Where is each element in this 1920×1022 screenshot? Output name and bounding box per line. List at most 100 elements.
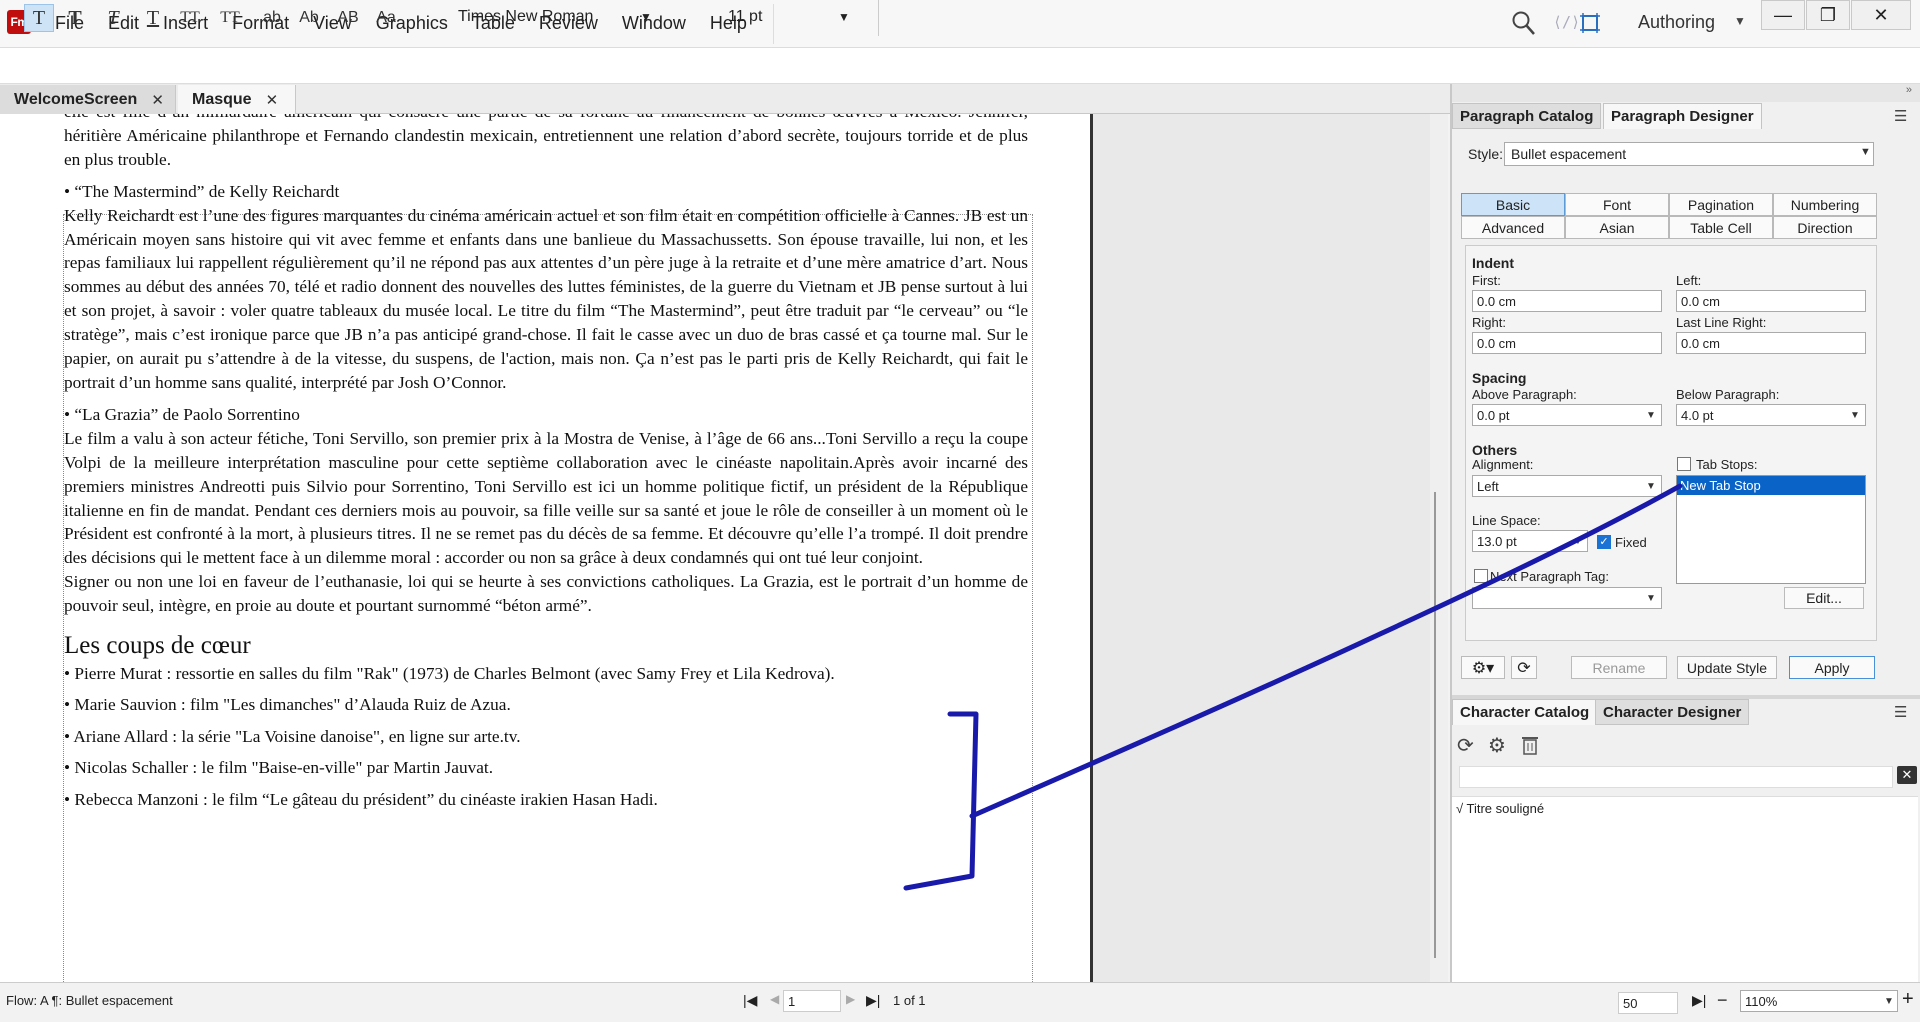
tab-basic[interactable]: Basic (1461, 193, 1565, 216)
last-line-right-field[interactable]: 0.0 cm (1676, 332, 1866, 354)
plain-text-button[interactable]: T (24, 4, 54, 32)
menu-window[interactable]: Window (622, 13, 686, 34)
right-indent-field[interactable]: 0.0 cm (1472, 332, 1662, 354)
list-item[interactable]: • Ariane Allard : la série "La Voisine d… (64, 725, 1028, 749)
fit-page-icon[interactable]: ▶| (1692, 992, 1706, 1009)
list-item[interactable]: • Pierre Murat : ressortie en salles du … (64, 662, 1028, 686)
chevron-down-icon[interactable]: ▼ (1884, 996, 1894, 1007)
page-number-input[interactable]: 1 (783, 990, 841, 1012)
list-item[interactable]: • Marie Sauvion : film "Les dimanches" d… (64, 693, 1028, 717)
left-indent-field[interactable]: 0.0 cm (1676, 290, 1866, 312)
vertical-scrollbar[interactable] (1430, 114, 1448, 982)
chevron-down-icon[interactable]: ▼ (1646, 410, 1656, 421)
close-window-button[interactable]: ✕ (1851, 0, 1911, 30)
font-family-select[interactable]: Times New Roman (458, 8, 593, 26)
gear-icon[interactable]: ⚙ (1488, 733, 1506, 758)
scrollbar-thumb[interactable] (1434, 492, 1436, 958)
chevron-down-icon[interactable]: ▼ (1860, 146, 1871, 158)
chevron-down-icon[interactable]: ▼ (1573, 536, 1583, 547)
panel-menu-icon[interactable]: ☰ (1894, 703, 1907, 721)
zoom-in-icon[interactable]: + (1902, 988, 1914, 1011)
tab-direction[interactable]: Direction (1773, 216, 1877, 239)
underline-button[interactable]: T (138, 4, 168, 32)
zoom-number-input[interactable]: 50 (1618, 992, 1678, 1014)
close-icon[interactable]: ✕ (151, 91, 164, 109)
tab-asian[interactable]: Asian (1565, 216, 1669, 239)
next-paragraph-select[interactable] (1472, 587, 1662, 609)
fixed-checkbox[interactable]: ✓ (1597, 535, 1611, 549)
chevron-down-icon[interactable]: ▼ (838, 10, 850, 24)
delete-icon[interactable] (1521, 735, 1539, 755)
chevron-down-icon[interactable]: ▼ (1734, 14, 1746, 28)
section-heading[interactable]: Les coups de cœur (64, 633, 1028, 658)
initial-caps-button[interactable]: Ab (294, 4, 324, 32)
change-case-button[interactable]: Aa (371, 4, 401, 32)
tab-masque[interactable]: Masque ✕ (178, 85, 296, 114)
clear-search-icon[interactable]: ✕ (1897, 766, 1917, 784)
bullet-heading[interactable]: • “La Grazia” de Paolo Sorrentino (64, 403, 1028, 427)
edit-tabstop-button[interactable]: Edit... (1784, 587, 1864, 609)
font-size-select[interactable]: 11 pt (728, 8, 762, 26)
gear-icon[interactable]: ⚙▾ (1461, 656, 1505, 679)
superscript-button[interactable]: TT (175, 4, 205, 32)
chevron-down-icon[interactable]: ▼ (640, 10, 652, 24)
paragraph[interactable]: elle est fille d’un milliardaire américa… (64, 114, 1028, 172)
tab-welcome-screen[interactable]: WelcomeScreen ✕ (0, 85, 176, 114)
tab-pagination[interactable]: Pagination (1669, 193, 1773, 216)
refresh-icon[interactable]: ⟳ (1511, 656, 1537, 679)
chevron-down-icon[interactable]: ▼ (1646, 481, 1656, 492)
list-item[interactable]: • Nicolas Schaller : le film "Baise-en-v… (64, 756, 1028, 780)
update-style-button[interactable]: Update Style (1677, 656, 1777, 679)
alignment-select[interactable]: Left (1472, 475, 1662, 497)
lowercase-button[interactable]: ab (257, 4, 287, 32)
zoom-select[interactable]: 110% (1740, 990, 1898, 1012)
panel-collapse-icon[interactable]: » (1452, 84, 1920, 102)
next-page-icon[interactable]: ▶ (846, 992, 855, 1006)
paragraph[interactable]: Kelly Reichardt est l’une des figures ma… (64, 204, 1028, 395)
first-indent-field[interactable]: 0.0 cm (1472, 290, 1662, 312)
tab-font[interactable]: Font (1565, 193, 1669, 216)
tab-character-designer[interactable]: Character Designer (1595, 699, 1750, 725)
tab-numbering[interactable]: Numbering (1773, 193, 1877, 216)
tab-paragraph-designer[interactable]: Paragraph Designer (1603, 103, 1762, 129)
paragraph[interactable]: Le film a valu à son acteur fétiche, Ton… (64, 427, 1028, 570)
restore-button[interactable]: ❐ (1806, 0, 1850, 30)
paragraph[interactable]: Signer ou non une loi en faveur de l’eut… (64, 570, 1028, 618)
last-page-icon[interactable]: ▶| (866, 992, 880, 1009)
uppercase-button[interactable]: AB (333, 4, 363, 32)
tab-character-catalog[interactable]: Character Catalog (1452, 699, 1598, 725)
zoom-out-icon[interactable]: − (1717, 990, 1728, 1011)
refresh-icon[interactable]: ⟳ (1457, 733, 1474, 758)
frame-icon[interactable] (1578, 11, 1602, 35)
list-item[interactable]: New Tab Stop (1677, 476, 1865, 495)
bullet-heading[interactable]: • “The Mastermind” de Kelly Reichardt (64, 180, 1028, 204)
line-space-select[interactable]: 13.0 pt (1472, 530, 1588, 552)
style-select[interactable]: Bullet espacement (1504, 142, 1874, 166)
workspace-switcher[interactable]: Authoring (1638, 12, 1715, 33)
search-icon[interactable] (1511, 9, 1537, 37)
code-view-icon[interactable]: ⟨/⟩ (1553, 13, 1580, 31)
subscript-button[interactable]: TT (215, 4, 245, 32)
character-search-input[interactable] (1459, 766, 1893, 788)
next-paragraph-checkbox[interactable] (1474, 569, 1488, 583)
tab-stops-checkbox[interactable] (1677, 457, 1691, 471)
above-paragraph-select[interactable]: 0.0 pt (1472, 404, 1662, 426)
document-text[interactable]: elle est fille d’un milliardaire américa… (64, 114, 1028, 934)
chevron-down-icon[interactable]: ▼ (1646, 593, 1656, 604)
italic-button[interactable]: T (98, 4, 128, 32)
tab-table-cell[interactable]: Table Cell (1669, 216, 1773, 239)
list-item[interactable]: • Rebecca Manzoni : le film “Le gâteau d… (64, 788, 1028, 812)
below-paragraph-select[interactable]: 4.0 pt (1676, 404, 1866, 426)
tab-advanced[interactable]: Advanced (1461, 216, 1565, 239)
tab-paragraph-catalog[interactable]: Paragraph Catalog (1452, 103, 1602, 129)
rename-button[interactable]: Rename (1571, 656, 1667, 679)
apply-button[interactable]: Apply (1789, 656, 1875, 679)
chevron-down-icon[interactable]: ▼ (1850, 410, 1860, 421)
panel-menu-icon[interactable]: ☰ (1894, 107, 1907, 125)
bold-button[interactable]: T (60, 4, 90, 32)
character-format-list[interactable] (1452, 796, 1918, 982)
list-item[interactable]: √ Titre souligné (1456, 801, 1544, 816)
first-page-icon[interactable]: |◀ (743, 992, 757, 1009)
prev-page-icon[interactable]: ◀ (770, 992, 779, 1006)
minimize-button[interactable]: — (1761, 0, 1805, 30)
